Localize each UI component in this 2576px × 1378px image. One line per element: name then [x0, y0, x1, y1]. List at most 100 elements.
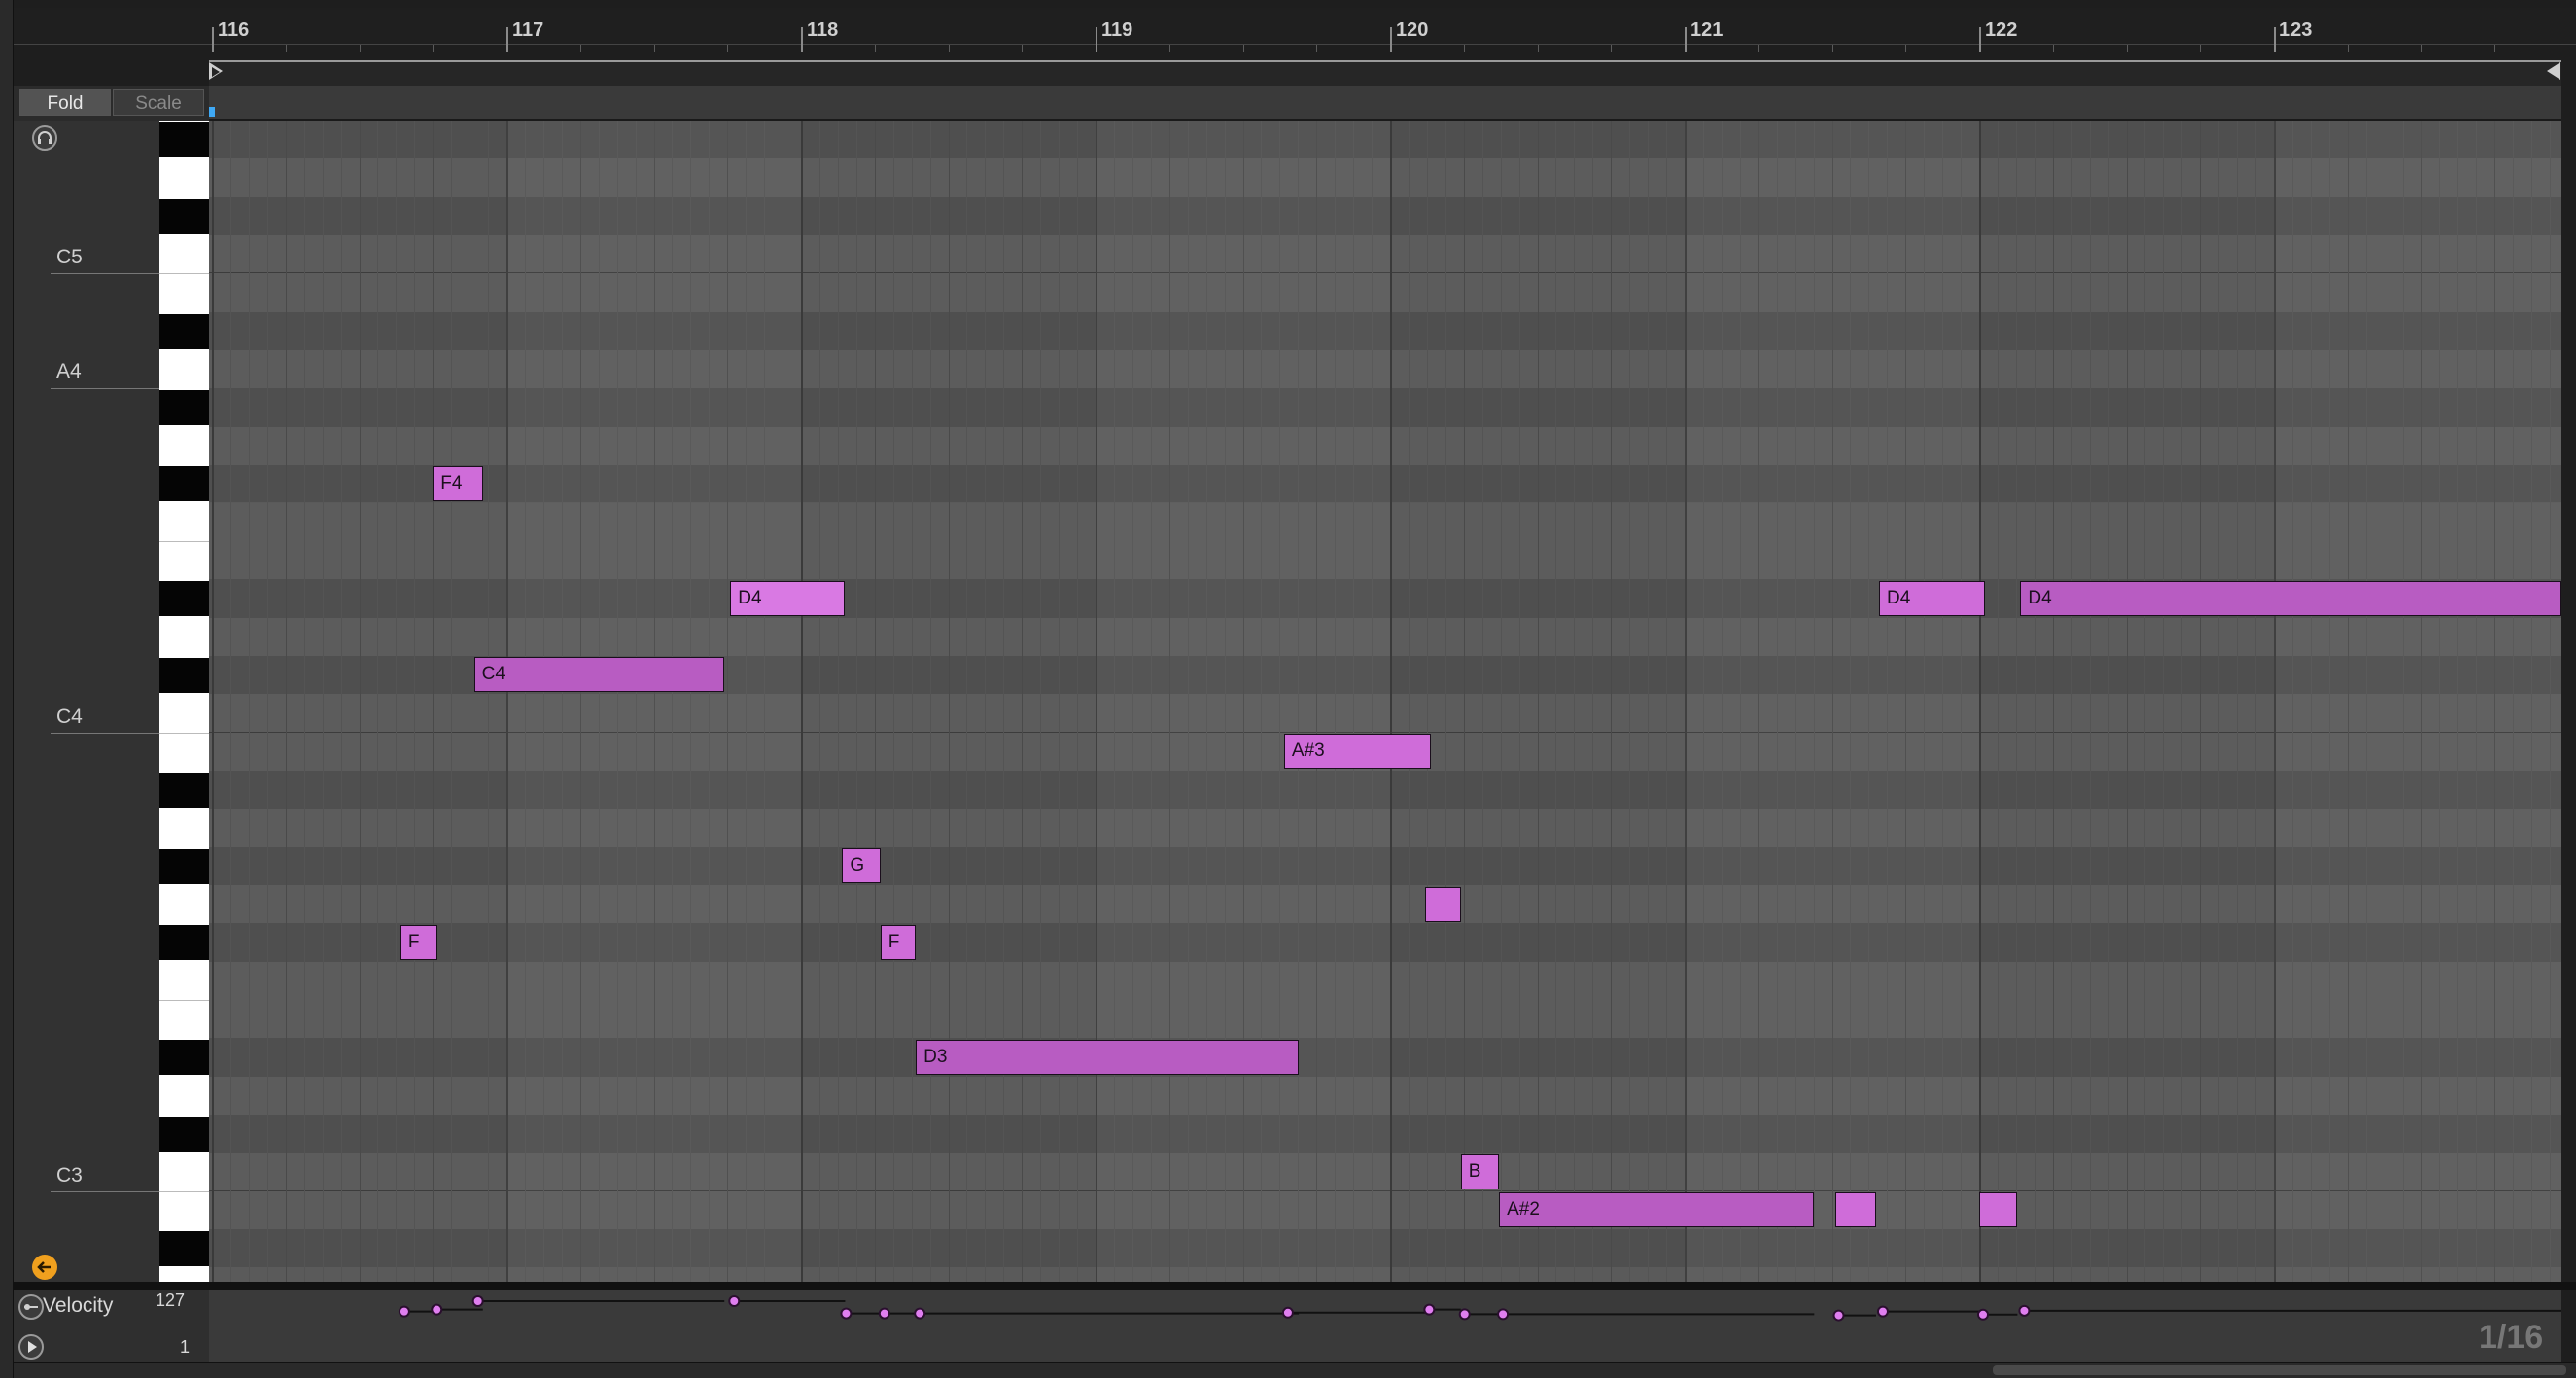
clip-overview-strip[interactable] — [209, 86, 2561, 121]
black-key[interactable] — [159, 466, 209, 502]
fold-button[interactable]: Fold — [19, 89, 111, 116]
piano-keyboard[interactable] — [159, 121, 209, 1282]
bar-shade — [1685, 121, 1979, 1282]
lane-toggle-icon[interactable] — [17, 1293, 45, 1321]
beat-tick — [1831, 45, 1833, 52]
black-key[interactable] — [159, 1117, 209, 1153]
midi-note[interactable] — [1834, 1192, 1876, 1228]
midi-note[interactable]: F — [880, 924, 917, 960]
beat-tick — [1611, 45, 1613, 52]
midi-note[interactable]: C4 — [473, 657, 725, 693]
velocity-point[interactable] — [914, 1307, 926, 1320]
grid-line — [433, 121, 435, 1282]
velocity-point[interactable] — [1876, 1305, 1889, 1318]
grid-line — [2071, 121, 2072, 1282]
grid-line — [414, 121, 416, 1282]
midi-note[interactable] — [1425, 886, 1461, 922]
bar-tick — [506, 27, 508, 52]
black-key[interactable] — [159, 1040, 209, 1076]
black-key[interactable] — [159, 848, 209, 884]
beat-tick — [1316, 45, 1318, 52]
black-key[interactable] — [159, 1231, 209, 1267]
grid-line — [1445, 121, 1446, 1282]
midi-note[interactable] — [1979, 1192, 2018, 1228]
octave-divider — [51, 732, 173, 734]
velocity-point[interactable] — [728, 1295, 741, 1307]
loop-brace[interactable] — [209, 60, 2561, 87]
beat-tick — [2347, 45, 2349, 52]
midi-note[interactable]: D4 — [2020, 580, 2561, 616]
midi-note[interactable]: D4 — [730, 580, 846, 616]
octave-divider — [51, 1190, 173, 1192]
grid-line — [1003, 121, 1005, 1282]
velocity-point[interactable] — [1281, 1306, 1294, 1319]
velocity-point[interactable] — [398, 1305, 410, 1318]
black-key[interactable] — [159, 198, 209, 234]
midi-note[interactable]: D4 — [1878, 580, 1986, 616]
grid-line — [2015, 121, 2017, 1282]
velocity-max-label: 127 — [156, 1291, 186, 1310]
beat-tick — [1168, 45, 1170, 52]
bar-tick — [1096, 27, 1097, 52]
beat-tick — [1242, 45, 1244, 52]
white-key-divider — [159, 540, 209, 542]
velocity-point[interactable] — [1497, 1308, 1510, 1321]
horizontal-scrollbar[interactable] — [1993, 1365, 2566, 1375]
velocity-lane[interactable] — [209, 1290, 2561, 1362]
grid-line — [911, 121, 913, 1282]
grid-line — [1666, 121, 1668, 1282]
grid-line — [1979, 121, 1981, 1282]
midi-note[interactable]: A#3 — [1283, 734, 1432, 770]
bar-shade — [2274, 121, 2561, 1282]
beat-tick — [2200, 45, 2202, 52]
scale-button[interactable]: Scale — [113, 89, 204, 116]
grid-line — [1500, 121, 1502, 1282]
grid-resolution-label[interactable]: 1/16 — [2479, 1319, 2543, 1357]
play-icon[interactable] — [17, 1333, 45, 1361]
black-key[interactable] — [159, 122, 209, 157]
grid-line — [2107, 121, 2109, 1282]
black-key[interactable] — [159, 581, 209, 617]
bar-number-label: 117 — [512, 19, 544, 41]
black-key[interactable] — [159, 390, 209, 426]
velocity-point[interactable] — [2018, 1304, 2031, 1317]
timeline-ruler[interactable]: 116 117 118 119 120 121 122 123 — [14, 8, 2576, 52]
velocity-point[interactable] — [1423, 1303, 1436, 1316]
back-arrow-icon[interactable] — [31, 1254, 58, 1281]
midi-note[interactable]: F4 — [433, 465, 483, 501]
grid-line — [1022, 121, 1024, 1282]
velocity-point[interactable] — [471, 1295, 484, 1307]
velocity-point[interactable] — [1458, 1308, 1471, 1321]
grid-line — [229, 121, 231, 1282]
midi-note[interactable]: D3 — [916, 1039, 1300, 1075]
grid-line — [985, 121, 987, 1282]
black-key[interactable] — [159, 925, 209, 961]
grid-line — [2255, 121, 2257, 1282]
beat-tick — [1463, 45, 1465, 52]
beat-tick — [579, 45, 581, 52]
velocity-point[interactable] — [840, 1307, 853, 1320]
black-key[interactable] — [159, 313, 209, 349]
midi-note[interactable]: F — [400, 924, 437, 960]
grid-line — [1537, 121, 1539, 1282]
velocity-point[interactable] — [431, 1303, 443, 1316]
loop-end-marker-icon[interactable] — [2547, 62, 2560, 80]
beat-tick — [653, 45, 655, 52]
velocity-stems[interactable] — [209, 1290, 2561, 1362]
midi-note[interactable]: A#2 — [1499, 1192, 1815, 1228]
velocity-point[interactable] — [1832, 1309, 1845, 1322]
bar-tick — [212, 27, 214, 52]
black-key[interactable] — [159, 772, 209, 808]
velocity-point[interactable] — [1977, 1308, 1989, 1321]
velocity-lane-title: Velocity — [43, 1294, 114, 1317]
preview-headphones-icon[interactable] — [31, 124, 58, 152]
note-grid[interactable]: F F4 C4 D4 G F D3 A#3 B A#2 D4 D4 — [209, 121, 2561, 1282]
black-key[interactable] — [159, 657, 209, 693]
midi-note[interactable]: G — [842, 848, 881, 884]
bar-number-label: 118 — [807, 19, 839, 41]
grid-line — [1574, 121, 1576, 1282]
grid-line — [892, 121, 894, 1282]
lane-separator[interactable] — [14, 1282, 2576, 1290]
velocity-point[interactable] — [878, 1307, 890, 1320]
midi-note[interactable]: B — [1460, 1154, 1500, 1189]
